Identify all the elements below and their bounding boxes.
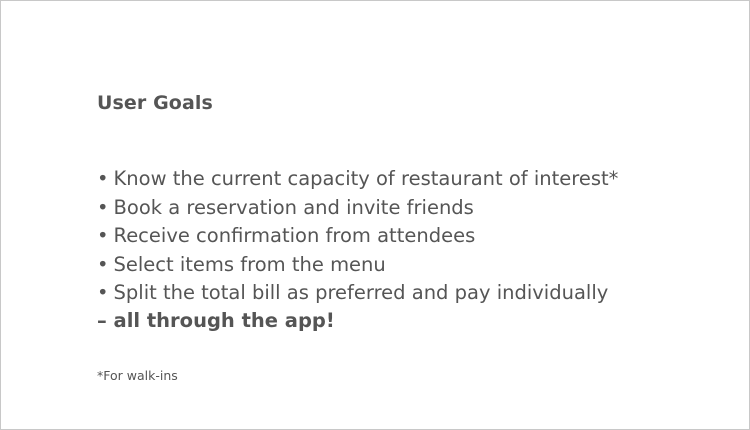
- list-item: • Book a reservation and invite friends: [97, 194, 618, 223]
- goal-text: Receive confirmation from attendees: [113, 224, 476, 247]
- tagline: – all through the app!: [97, 309, 335, 332]
- list-item: • Receive confirmation from attendees: [97, 222, 618, 251]
- bullet-icon: •: [97, 195, 109, 219]
- goal-text: Split the total bill as preferred and pa…: [113, 281, 609, 304]
- slide: User Goals • Know the current capacity of…: [0, 0, 750, 430]
- footnote: *For walk-ins: [97, 368, 178, 383]
- bullet-icon: •: [97, 252, 109, 276]
- bullet-icon: •: [97, 167, 109, 190]
- goal-text: Know the current capacity of restaurant …: [113, 167, 619, 190]
- list-item: • Split the total bill as preferred and p…: [97, 279, 618, 308]
- list-item: • Select items from the menu: [97, 251, 618, 280]
- goal-text: Book a reservation and invite friends: [113, 195, 474, 219]
- bullet-icon: •: [97, 224, 109, 247]
- user-goals-list: • Know the current capacity of restaurant…: [97, 165, 618, 308]
- slide-title: User Goals: [97, 92, 213, 114]
- bullet-icon: •: [97, 281, 109, 304]
- list-item: • Know the current capacity of restaurant…: [97, 165, 618, 194]
- goal-text: Select items from the menu: [113, 252, 386, 276]
